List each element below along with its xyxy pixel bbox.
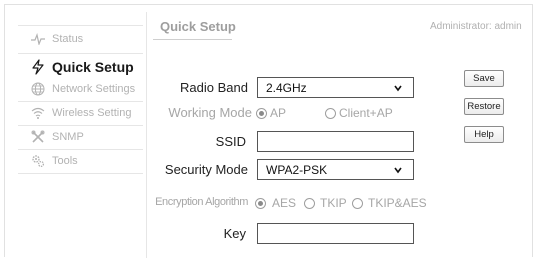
sidebar-item-label: Wireless Setting [52, 107, 132, 119]
sidebar-item-label: Tools [52, 155, 78, 167]
chevron-down-icon [394, 167, 402, 173]
key-label: Key [223, 226, 246, 241]
sidebar-item-status[interactable]: Status [18, 29, 143, 49]
sidebar-divider [18, 101, 143, 102]
save-button[interactable]: Save [464, 70, 504, 87]
radio-selected-icon [255, 197, 266, 209]
panel-divider [146, 12, 147, 258]
working-mode-client-ap[interactable]: Client+AP [325, 106, 393, 120]
sidebar-item-quick-setup[interactable]: Quick Setup [18, 57, 143, 77]
encryption-label: Encryption Algorithm [155, 196, 248, 208]
encryption-tkip-aes-label: TKIP&AES [368, 196, 427, 210]
encryption-tkip[interactable]: TKIP [304, 196, 347, 210]
tools-cross-icon [30, 129, 46, 145]
admin-label: Administrator: admin [430, 21, 522, 32]
sidebar-item-label: SNMP [52, 131, 84, 143]
radio-band-label: Radio Band [180, 80, 248, 95]
encryption-tkip-aes[interactable]: TKIP&AES [352, 196, 427, 210]
radio-unselected-icon [325, 107, 336, 119]
sidebar-divider [18, 125, 143, 126]
lightning-icon [30, 59, 46, 75]
security-mode-value: WPA2-PSK [266, 162, 328, 177]
radio-selected-icon [256, 107, 267, 119]
radio-unselected-icon [352, 197, 363, 209]
ssid-input[interactable] [257, 131, 414, 152]
sidebar-item-label: Network Settings [52, 83, 136, 95]
sidebar-divider [18, 53, 143, 54]
pulse-icon [30, 31, 46, 47]
working-mode-client-ap-label: Client+AP [339, 106, 393, 120]
sidebar: Status Quick Setup Network Settings Wire… [18, 20, 143, 258]
sidebar-divider [18, 173, 143, 174]
encryption-aes[interactable]: AES [255, 196, 296, 210]
title-underline [153, 39, 232, 40]
sidebar-divider [18, 25, 143, 26]
chevron-down-icon [394, 85, 402, 91]
encryption-tkip-label: TKIP [320, 196, 347, 210]
working-mode-ap[interactable]: AP [256, 106, 286, 120]
sidebar-item-snmp[interactable]: SNMP [18, 127, 143, 147]
sidebar-item-label: Status [52, 33, 84, 45]
security-mode-select[interactable]: WPA2-PSK [257, 159, 414, 180]
radio-unselected-icon [304, 197, 315, 209]
globe-icon [30, 81, 46, 97]
ssid-label: SSID [215, 134, 246, 149]
security-mode-label: Security Mode [164, 162, 248, 177]
sidebar-divider [18, 149, 143, 150]
wifi-icon [30, 105, 46, 121]
radio-band-select[interactable]: 2.4GHz [257, 77, 414, 98]
radio-band-value: 2.4GHz [266, 80, 307, 95]
sidebar-item-label: Quick Setup [52, 59, 134, 75]
gears-icon [30, 153, 46, 169]
sidebar-item-wireless-setting[interactable]: Wireless Setting [18, 103, 143, 123]
sidebar-item-network-settings[interactable]: Network Settings [18, 79, 143, 99]
help-button[interactable]: Help [464, 126, 504, 143]
sidebar-item-tools[interactable]: Tools [18, 151, 143, 171]
key-input[interactable] [257, 223, 414, 244]
working-mode-label: Working Mode [168, 105, 252, 120]
encryption-aes-label: AES [272, 196, 297, 210]
restore-button[interactable]: Restore [464, 98, 504, 115]
page-title: Quick Setup [160, 19, 236, 34]
working-mode-ap-label: AP [270, 106, 287, 120]
